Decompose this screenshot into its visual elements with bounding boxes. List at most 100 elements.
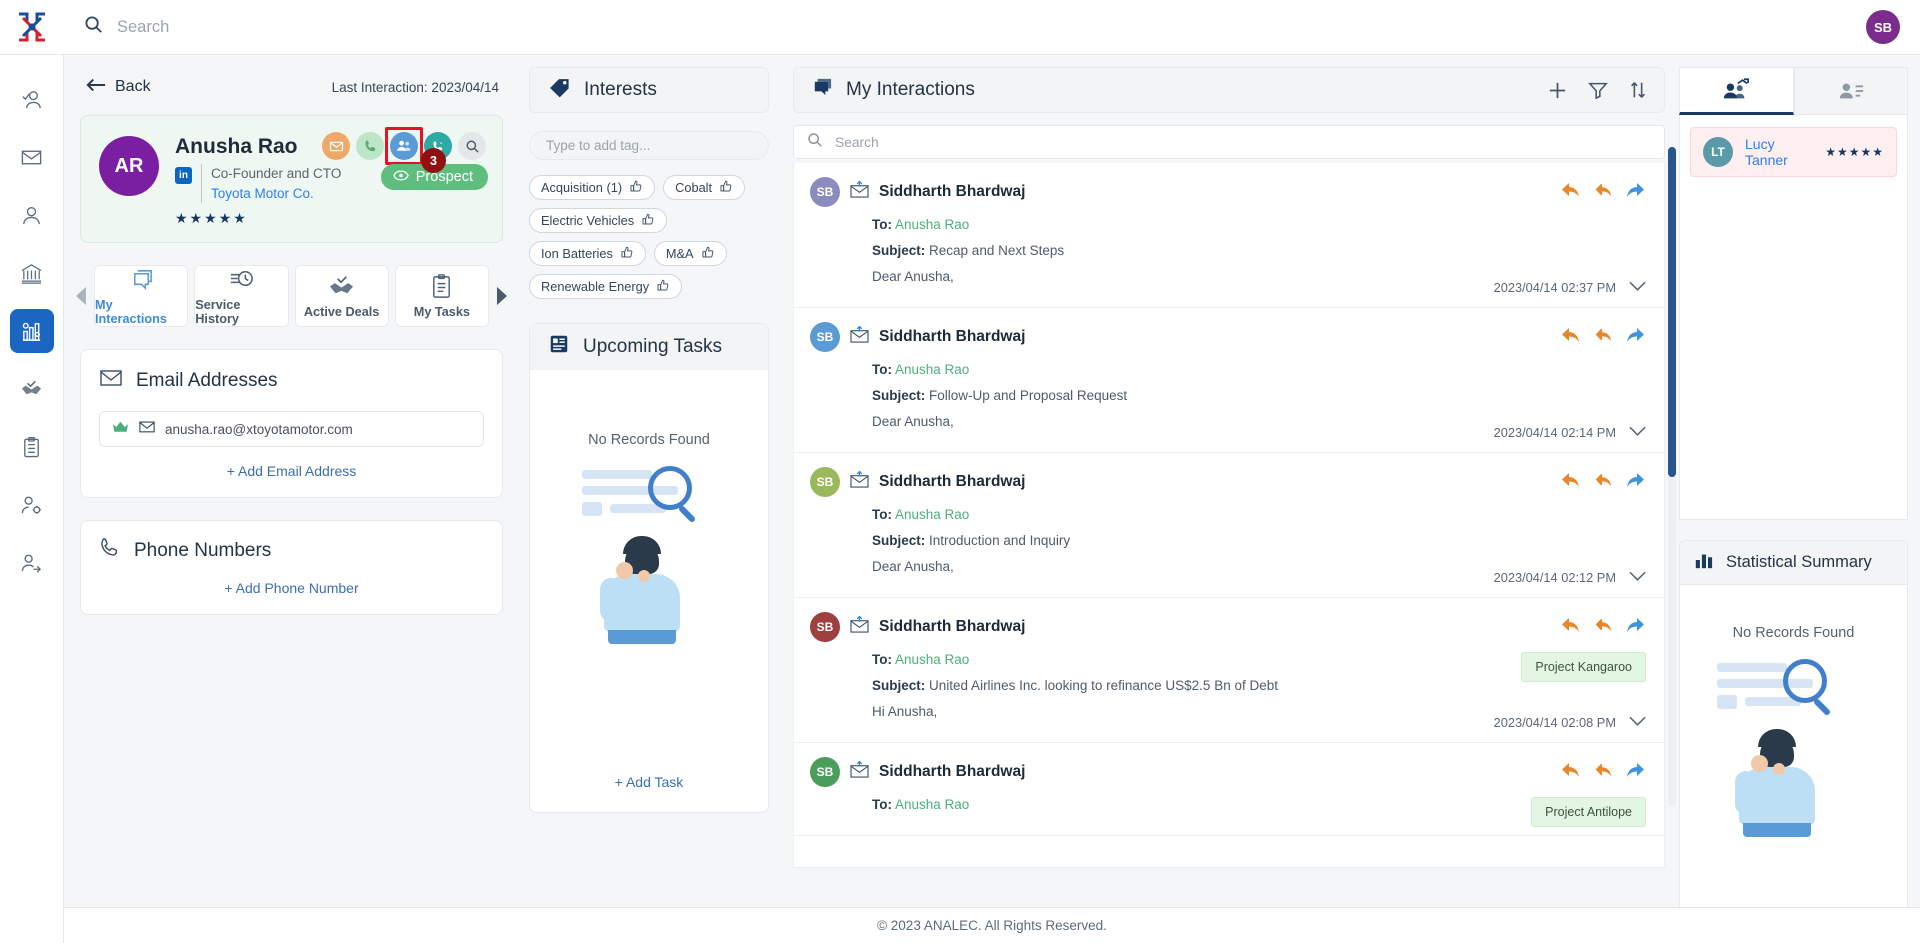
project-tag[interactable]: Project Kangaroo (1521, 652, 1646, 682)
empty-illustration (554, 458, 744, 658)
sidebar-item-deals[interactable] (10, 367, 54, 411)
interaction-row[interactable]: SB Siddharth Bhardwaj To: Anusha Rao (794, 743, 1664, 836)
tab-active-deals[interactable]: Active Deals (294, 265, 389, 327)
scrollbar-thumb[interactable] (1668, 147, 1676, 477)
reply-icon[interactable] (1560, 324, 1582, 346)
interactions-search[interactable] (793, 125, 1665, 159)
thumbs-up-icon[interactable] (630, 180, 643, 196)
forward-icon[interactable] (1624, 469, 1646, 491)
reply-all-icon[interactable] (1592, 179, 1614, 201)
tab-contact-details[interactable] (1793, 67, 1908, 115)
chevron-right-icon[interactable] (497, 287, 507, 305)
forward-icon[interactable] (1624, 324, 1646, 346)
sort-icon[interactable] (1628, 80, 1648, 100)
action-search-contact[interactable] (458, 132, 486, 160)
interactions-scrollbar[interactable] (1668, 147, 1676, 807)
reply-all-icon[interactable] (1592, 324, 1614, 346)
user-avatar[interactable]: SB (1866, 10, 1900, 44)
sidebar-item-tasks[interactable] (10, 425, 54, 469)
interest-tag[interactable]: Acquisition (1) (529, 175, 656, 200)
global-search-input[interactable] (117, 17, 537, 37)
analec-logo-icon[interactable] (0, 0, 64, 55)
thumbs-up-icon[interactable] (657, 279, 670, 295)
reply-all-icon[interactable] (1592, 614, 1614, 636)
tab-my-tasks[interactable]: My Tasks (394, 265, 489, 327)
timestamp: 2023/04/14 02:14 PM (1493, 425, 1616, 440)
interaction-row[interactable]: SB Siddharth Bhardwaj To: Anusha Rao (794, 453, 1664, 598)
email-sent-icon (850, 180, 869, 203)
tab-label: Service History (195, 298, 241, 326)
action-send-email[interactable] (322, 132, 350, 160)
profile-company[interactable]: Toyota Motor Co. (211, 184, 341, 204)
subject-value: United Airlines Inc. looking to refinanc… (929, 678, 1278, 693)
thumbs-up-icon[interactable] (642, 213, 655, 229)
reply-icon[interactable] (1560, 759, 1582, 781)
crown-icon (112, 420, 129, 439)
tab-my-interactions[interactable]: My Interactions (94, 265, 189, 327)
linkedin-icon[interactable]: in (175, 167, 192, 185)
interest-tag[interactable]: Ion Batteries (529, 241, 646, 266)
add-task-button[interactable]: + Add Task (530, 774, 768, 790)
chevron-down-icon[interactable] (1629, 280, 1646, 295)
add-interaction-button[interactable] (1547, 80, 1568, 101)
interactions-search-input[interactable] (835, 134, 1651, 150)
recipient-name[interactable]: Anusha Rao (895, 797, 969, 812)
global-search[interactable] (64, 0, 1866, 55)
interest-tag[interactable]: Renewable Energy (529, 274, 683, 299)
sidebar-item-share[interactable] (10, 541, 54, 585)
profile-role: Co-Founder and CTO (211, 166, 342, 182)
panel-title: Statistical Summary (1726, 553, 1872, 571)
reply-icon[interactable] (1560, 614, 1582, 636)
recipient-name[interactable]: Anusha Rao (895, 362, 969, 377)
sidebar-item-admin[interactable] (10, 483, 54, 527)
avatar: LT (1703, 137, 1733, 167)
profile-tabs: My Interactions Service History Active D… (76, 265, 507, 327)
tab-service-history[interactable]: Service History (194, 265, 289, 327)
sidebar-item-insights[interactable] (9, 309, 54, 353)
thumbs-up-icon[interactable] (621, 246, 634, 262)
reply-all-icon[interactable] (1592, 469, 1614, 491)
interest-tag[interactable]: Cobalt (663, 175, 746, 200)
forward-icon[interactable] (1624, 759, 1646, 781)
forward-icon[interactable] (1624, 614, 1646, 636)
recipient-name[interactable]: Anusha Rao (895, 507, 969, 522)
project-tag[interactable]: Project Antilope (1531, 797, 1646, 827)
chevron-left-icon[interactable] (76, 287, 86, 305)
recipient-name[interactable]: Anusha Rao (895, 217, 969, 232)
reply-icon[interactable] (1560, 179, 1582, 201)
to-label: To: (872, 362, 892, 377)
avatar: SB (810, 322, 840, 352)
reply-all-icon[interactable] (1592, 759, 1614, 781)
add-email-address-button[interactable]: + Add Email Address (99, 463, 484, 479)
thumbs-up-icon[interactable] (720, 180, 733, 196)
interaction-row[interactable]: SB Siddharth Bhardwaj To: Anusha Rao (794, 163, 1664, 308)
interaction-row[interactable]: SB Siddharth Bhardwaj To: Anusha Rao (794, 308, 1664, 453)
chevron-down-icon[interactable] (1629, 570, 1646, 585)
tab-related-contacts[interactable] (1679, 67, 1794, 115)
interest-tag[interactable]: Electric Vehicles (529, 208, 668, 233)
list-item[interactable]: LT Lucy Tanner ★★★★★ (1690, 127, 1897, 177)
sidebar-item-clients[interactable] (10, 193, 54, 237)
filter-icon[interactable] (1588, 80, 1608, 100)
interaction-row[interactable]: SB Siddharth Bhardwaj To: Anusha Rao (794, 598, 1664, 743)
recipient-name[interactable]: Anusha Rao (895, 652, 969, 667)
interest-tag[interactable]: M&A (653, 241, 727, 266)
last-interaction-label: Last Interaction: 2023/04/14 (331, 79, 499, 95)
forward-icon[interactable] (1624, 179, 1646, 201)
interactions-list[interactable]: SB Siddharth Bhardwaj To: Anusha Rao Sub… (793, 163, 1665, 868)
email-row[interactable]: anusha.rao@xtoyotamotor.com (99, 411, 484, 447)
chevron-down-icon[interactable] (1629, 715, 1646, 730)
chevron-down-icon[interactable] (1629, 425, 1646, 440)
add-phone-number-button[interactable]: + Add Phone Number (99, 580, 484, 596)
action-call[interactable] (356, 132, 384, 160)
action-log-meeting[interactable] (385, 127, 423, 165)
interest-tag-input[interactable]: Type to add tag... (529, 131, 769, 160)
sidebar-item-mail[interactable] (10, 135, 54, 179)
contact-name[interactable]: Lucy Tanner (1745, 136, 1813, 168)
sidebar-item-institutions[interactable] (10, 251, 54, 295)
thumbs-up-icon[interactable] (702, 246, 715, 262)
sidebar-item-contacts[interactable] (10, 77, 54, 121)
prospect-label: Prospect (415, 169, 473, 185)
reply-icon[interactable] (1560, 469, 1582, 491)
back-button[interactable]: Back (80, 71, 165, 104)
